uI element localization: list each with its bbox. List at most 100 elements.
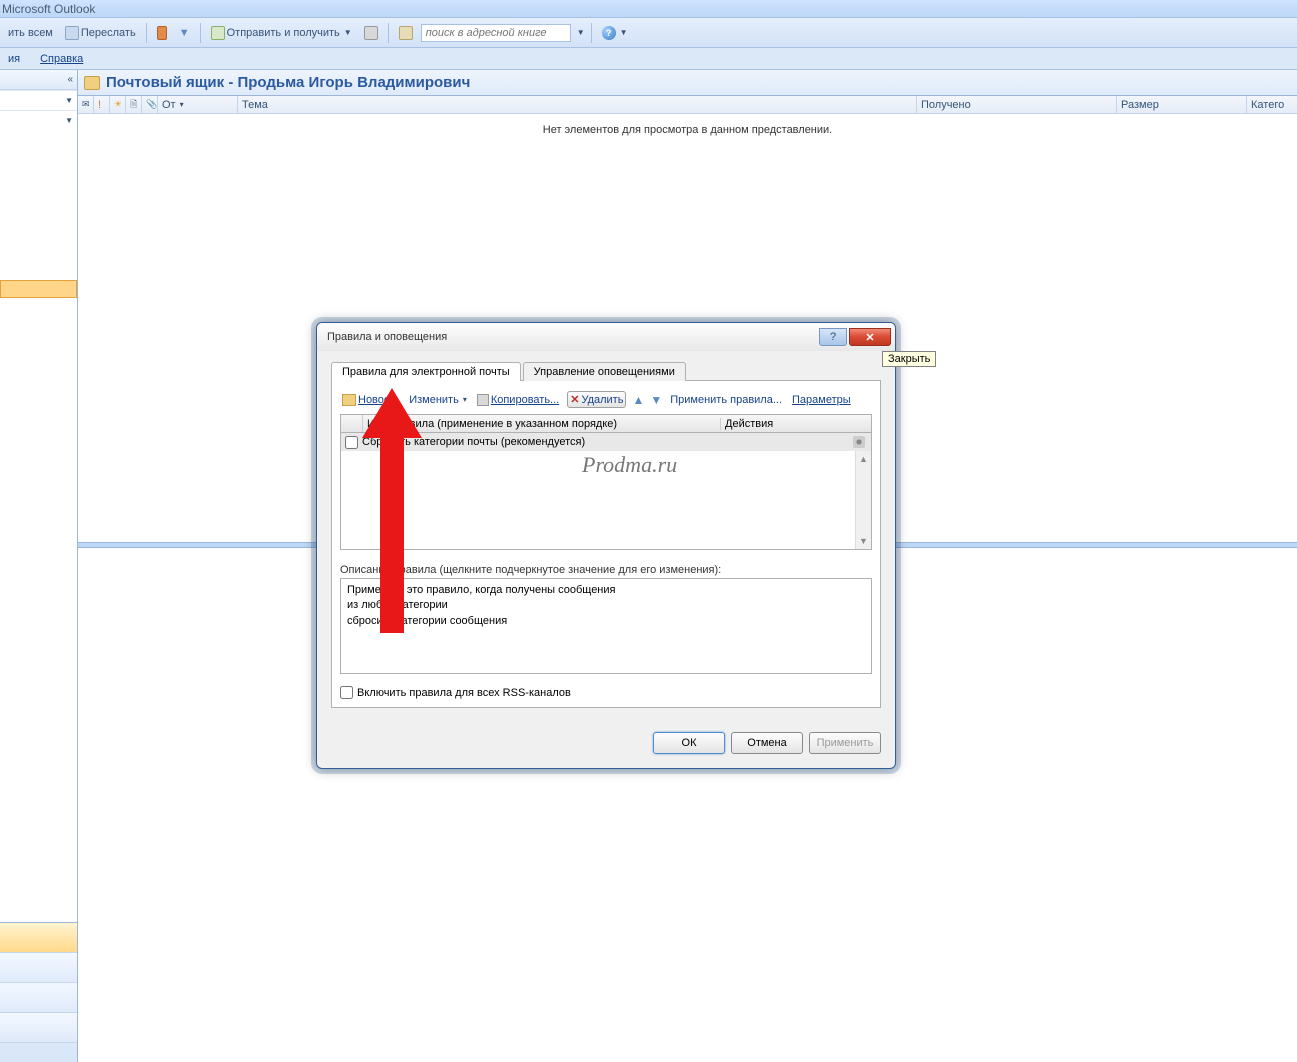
rules-grid: Имя правила (применение в указанном поря…: [340, 414, 872, 550]
new-icon: [342, 394, 356, 406]
nav-mail[interactable]: [0, 923, 77, 953]
chevron-down-icon: ▼: [620, 28, 628, 37]
action-icon: [364, 26, 378, 40]
col-attachment[interactable]: 🗎: [126, 96, 142, 113]
col-attach2[interactable]: 📎: [142, 96, 158, 113]
rss-checkbox-label: Включить правила для всех RSS-каналов: [357, 687, 571, 699]
rules-grid-body: ▲ ▼: [341, 451, 871, 549]
sidebar-collapse-button[interactable]: «: [67, 74, 73, 85]
tab-alerts[interactable]: Управление оповещениями: [523, 362, 686, 381]
col-rule-name[interactable]: Имя правила (применение в указанном поря…: [363, 418, 721, 430]
col-size[interactable]: Размер: [1117, 96, 1247, 113]
nav-tasks[interactable]: [0, 1013, 77, 1043]
toolbar-separator: [388, 23, 389, 43]
dialog-help-button[interactable]: ?: [819, 328, 847, 346]
mailbox-title: Почтовый ящик - Продьма Игорь Владимиров…: [106, 74, 470, 91]
folder-icon: [84, 76, 100, 90]
cancel-button[interactable]: Отмена: [731, 732, 803, 754]
tab-panel-rules: Новое... Изменить ▾ Копировать... ✕ Удал…: [331, 381, 881, 708]
col-reminder[interactable]: !: [94, 96, 110, 113]
forward-button[interactable]: Переслать: [61, 24, 140, 42]
flag-button[interactable]: [153, 24, 171, 42]
dialog-tabs: Правила для электронной почты Управление…: [331, 361, 881, 381]
col-checkbox: [341, 415, 363, 432]
menu-item-1[interactable]: ия: [4, 51, 24, 67]
main-toolbar: ить всем Переслать ▼ Отправить и получит…: [0, 18, 1297, 48]
sidebar-bottom-nav: [0, 922, 77, 1062]
delete-rule-button[interactable]: ✕ Удалить: [567, 391, 626, 408]
clip-icon: 📎: [146, 99, 157, 110]
options-button[interactable]: Параметры: [790, 393, 853, 407]
chevron-down-icon: ▼: [65, 116, 73, 125]
apply-button[interactable]: Применить: [809, 732, 881, 754]
nav-contacts[interactable]: [0, 983, 77, 1013]
gear-icon: [853, 436, 865, 448]
chevron-down-icon[interactable]: ▼: [577, 28, 585, 37]
reminder-icon: !: [98, 99, 101, 111]
scroll-down-icon[interactable]: ▼: [856, 533, 871, 549]
rule-action-cell: [721, 436, 871, 448]
close-tooltip: Закрыть: [882, 351, 936, 367]
rules-toolbar: Новое... Изменить ▾ Копировать... ✕ Удал…: [340, 389, 872, 414]
rss-checkbox[interactable]: [340, 686, 353, 699]
content-header: Почтовый ящик - Продьма Игорь Владимиров…: [78, 70, 1297, 96]
send-receive-icon: [211, 26, 225, 40]
flag-icon: [157, 26, 167, 40]
chevron-down-icon: ▼: [344, 28, 352, 37]
rules-grid-header: Имя правила (применение в указанном поря…: [341, 415, 871, 433]
nav-calendar[interactable]: [0, 953, 77, 983]
address-search-input[interactable]: [421, 24, 571, 42]
dialog-body: Правила для электронной почты Управление…: [317, 351, 895, 722]
rule-checkbox[interactable]: [345, 436, 358, 449]
rules-dialog: Правила и оповещения ? ✕ Правила для эле…: [316, 322, 896, 769]
address-book-button[interactable]: [395, 24, 417, 42]
rule-row[interactable]: Сбросить категории почты (рекомендуется): [341, 433, 871, 451]
toolbar-separator: [146, 23, 147, 43]
menu-item-help[interactable]: Справка: [36, 51, 87, 67]
edit-rule-button[interactable]: Изменить ▾: [407, 393, 469, 407]
sidebar-item[interactable]: ▼: [0, 110, 77, 130]
col-subject[interactable]: Тема: [238, 96, 917, 113]
sidebar-item[interactable]: ▼: [0, 90, 77, 110]
col-importance[interactable]: ✉: [78, 96, 94, 113]
desc-line-2: из любой категории: [347, 598, 865, 613]
send-receive-button[interactable]: Отправить и получить ▼: [207, 24, 356, 42]
desc-line-1: Применить это правило, когда получены со…: [347, 583, 865, 598]
dialog-close-button[interactable]: ✕: [849, 328, 891, 346]
importance-icon: ✉: [82, 99, 90, 110]
col-rule-actions[interactable]: Действия: [721, 418, 871, 430]
unknown-button-1[interactable]: [360, 24, 382, 42]
filter-button[interactable]: ▼: [175, 25, 194, 41]
help-button[interactable]: ? ▼: [598, 24, 632, 42]
col-icon[interactable]: ☀: [110, 96, 126, 113]
col-from[interactable]: От ▾: [158, 96, 238, 113]
new-rule-button[interactable]: Новое...: [340, 393, 401, 407]
col-category[interactable]: Катего: [1247, 96, 1297, 113]
scroll-up-icon[interactable]: ▲: [856, 451, 871, 467]
col-received[interactable]: Получено: [917, 96, 1117, 113]
delete-x-icon: ✕: [570, 393, 579, 406]
app-title: Microsoft Outlook: [2, 2, 95, 16]
desc-line-3: сбросить категории сообщения: [347, 614, 865, 629]
tab-email-rules[interactable]: Правила для электронной почты: [331, 362, 521, 381]
help-icon: ?: [602, 26, 616, 40]
dialog-titlebar[interactable]: Правила и оповещения ? ✕: [317, 323, 895, 351]
sun-icon: ☀: [114, 99, 122, 110]
apply-rules-button[interactable]: Применить правила...: [668, 393, 784, 407]
filter-icon: ▼: [179, 27, 190, 39]
forward-icon: [65, 26, 79, 40]
move-down-button[interactable]: ▼: [650, 393, 662, 407]
sidebar: « ▼ ▼: [0, 70, 78, 1062]
description-box[interactable]: Применить это правило, когда получены со…: [340, 578, 872, 674]
chevron-down-icon: ▾: [463, 395, 467, 404]
reply-all-button[interactable]: ить всем: [4, 25, 57, 41]
move-up-button[interactable]: ▲: [632, 393, 644, 407]
sidebar-selected-item[interactable]: [0, 280, 77, 298]
toolbar-separator: [200, 23, 201, 43]
dialog-title: Правила и оповещения: [327, 331, 447, 343]
ok-button[interactable]: ОК: [653, 732, 725, 754]
scrollbar[interactable]: ▲ ▼: [855, 451, 871, 549]
copy-rule-button[interactable]: Копировать...: [475, 393, 561, 407]
toolbar-separator: [591, 23, 592, 43]
chevron-down-icon: ▼: [65, 96, 73, 105]
